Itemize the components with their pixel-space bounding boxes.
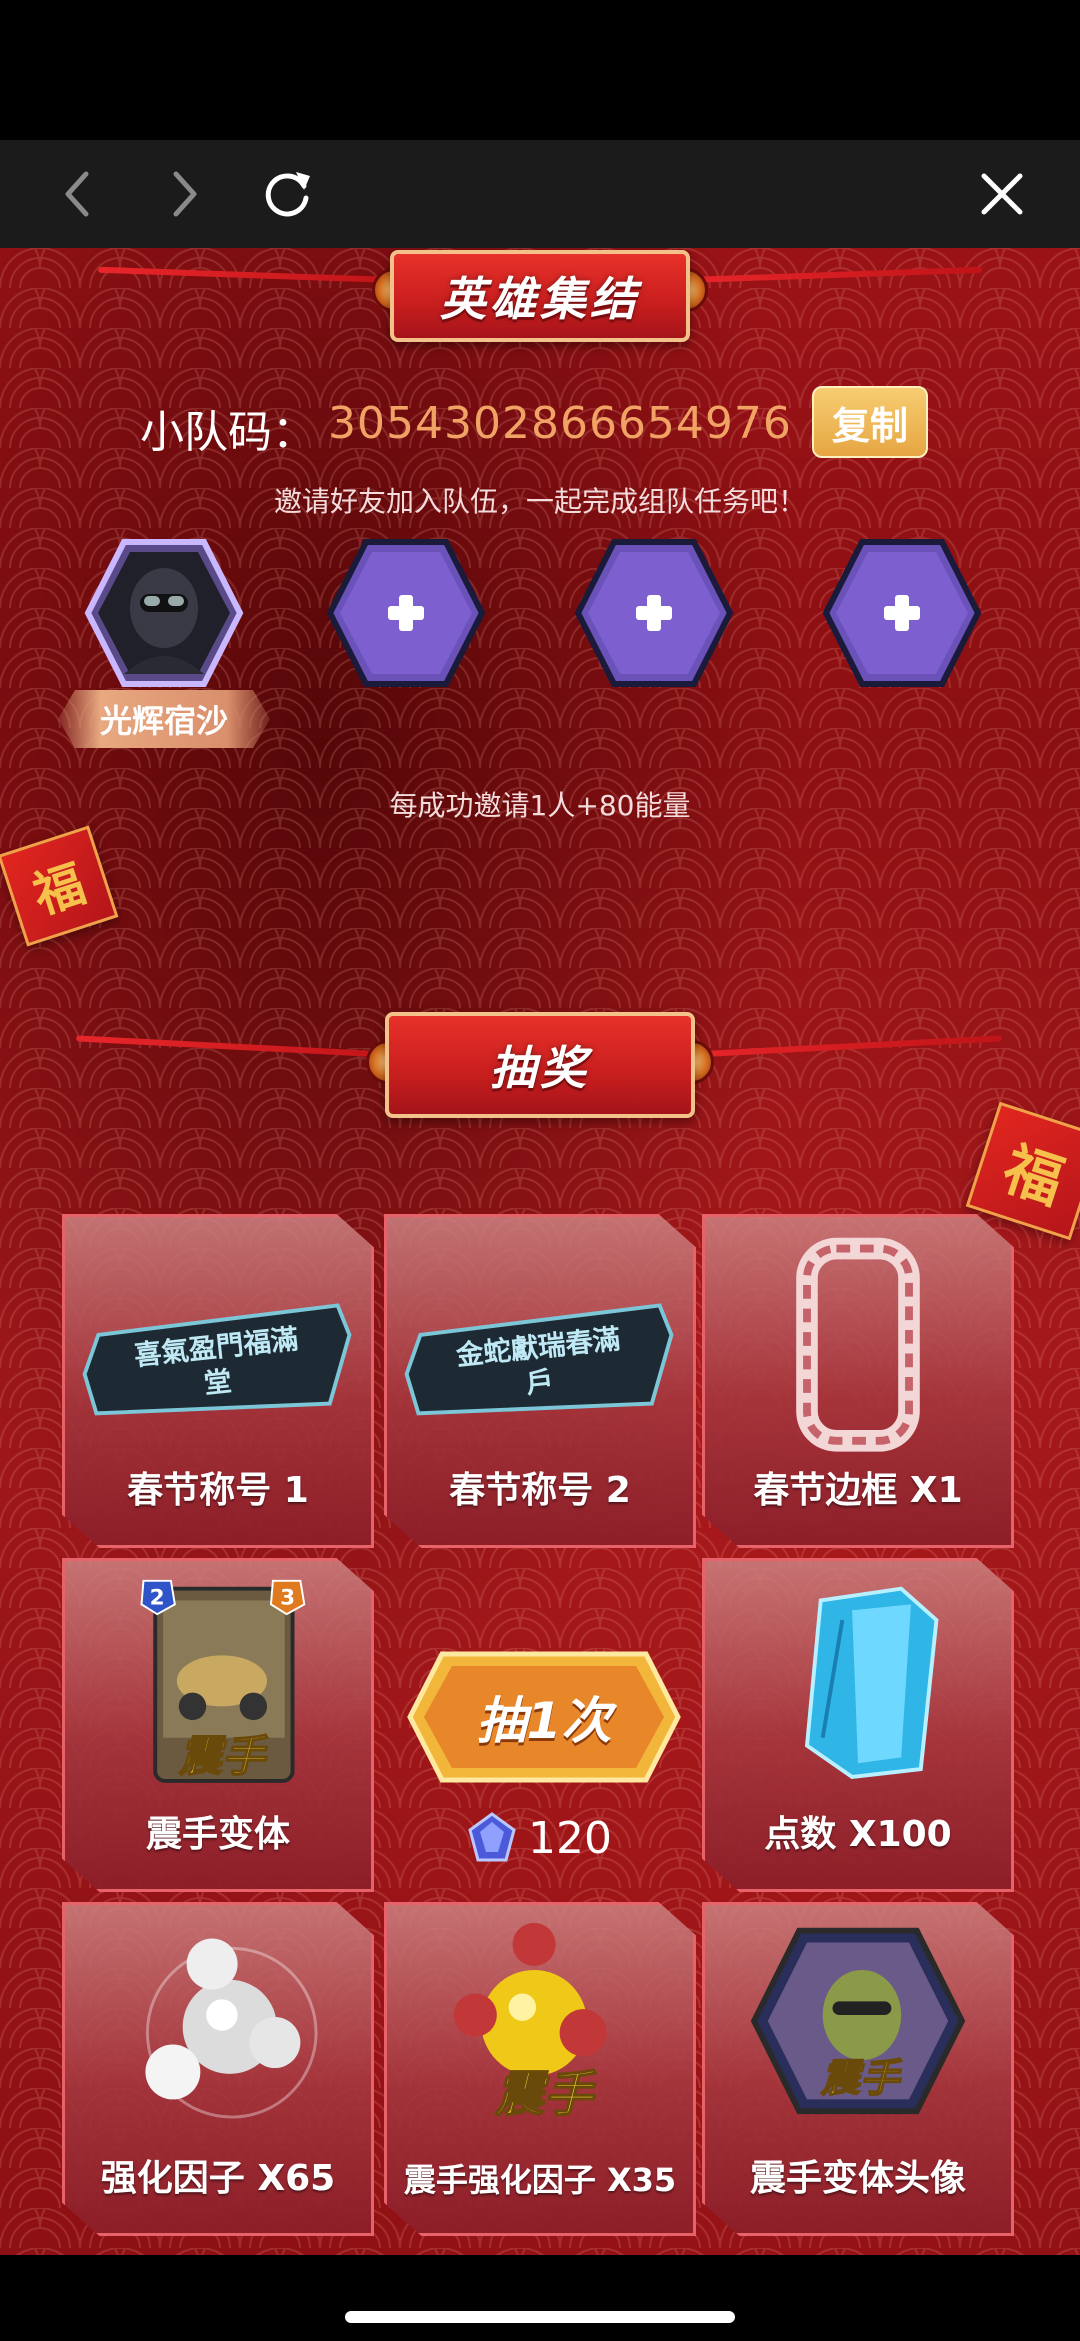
lottery-banner-plaque: 抽奖 <box>385 1012 695 1118</box>
draw-area: 抽1次 120 <box>384 1558 696 1892</box>
card-cost-badge: 2 <box>150 1585 165 1610</box>
draw-once-button[interactable]: 抽1次 <box>406 1650 682 1784</box>
copy-button[interactable]: 复制 <box>812 386 928 458</box>
team-banner: 英雄集结 <box>0 250 1080 360</box>
member-avatar <box>84 539 244 687</box>
prize-label: 震手变体 <box>145 1814 290 1855</box>
member-slot-1[interactable] <box>84 538 244 688</box>
status-bar-area <box>0 0 1080 140</box>
draw-cost-value: 120 <box>528 1812 612 1864</box>
banner-line-left <box>97 266 399 284</box>
prize-tile-variant-booster[interactable]: 震手 震手强化因子 X35 <box>384 1902 696 2236</box>
prize-label: 春节称号 2 <box>449 1470 631 1511</box>
prize-tile-variant[interactable]: 2 3 震手 震手变体 <box>62 1558 374 1892</box>
event-page: 英雄集结 小队码： 3054302866654976 复制 邀请好友加入队伍，一… <box>0 248 1080 2255</box>
lottery-banner: 抽奖 <box>0 1012 1080 1122</box>
add-member-icon <box>326 539 486 687</box>
prize-label: 震手强化因子 X35 <box>403 2161 677 2199</box>
draw-button-label: 抽1次 <box>476 1692 612 1750</box>
variant-booster-text: 震手 <box>494 2065 597 2123</box>
card-name-text: 震手 <box>178 1732 269 1782</box>
prize-label: 春节边框 X1 <box>753 1470 963 1511</box>
banner-line-right <box>672 1035 1002 1059</box>
prize-tile-title-1[interactable]: 喜氣盈門福滿 堂 春节称号 1 <box>62 1214 374 1548</box>
prize-tile-avatar[interactable]: 震手 震手变体头像 <box>702 1902 1014 2236</box>
prize-label: 震手变体头像 <box>749 2158 966 2199</box>
member-slot-3[interactable] <box>574 538 734 688</box>
banner-line-right <box>681 266 983 284</box>
team-code-label: 小队码： <box>140 407 316 458</box>
reload-button[interactable] <box>258 164 318 224</box>
invite-reward-hint: 每成功邀请1人+80能量 <box>389 789 691 822</box>
title-plate-text: 戶 <box>525 1366 556 1400</box>
browser-nav-bar <box>0 140 1080 248</box>
banner-line-left <box>76 1035 406 1059</box>
chevron-right-icon <box>173 171 197 217</box>
prize-tile-frame[interactable]: 春节边框 X1 <box>702 1214 1014 1548</box>
card-power-badge: 3 <box>280 1585 295 1610</box>
prize-tile-title-2[interactable]: 金蛇獻瑞春滿 戶 春节称号 2 <box>384 1214 696 1548</box>
member-slot-4[interactable] <box>822 538 982 688</box>
close-icon <box>981 173 1023 215</box>
prize-tile-booster[interactable]: 强化因子 X65 <box>62 1902 374 2236</box>
draw-cost: 120 <box>466 1808 612 1868</box>
forward-button[interactable] <box>154 164 214 224</box>
prize-tile-points[interactable]: 点数 X100 <box>702 1558 1014 1892</box>
prize-label: 春节称号 1 <box>127 1470 309 1511</box>
add-member-icon <box>822 539 982 687</box>
home-indicator[interactable] <box>345 2311 735 2323</box>
home-indicator-area <box>0 2255 1080 2341</box>
back-button[interactable] <box>48 164 108 224</box>
close-button[interactable] <box>972 164 1032 224</box>
avatar-badge-text: 震手 <box>820 2057 903 2102</box>
title-plate-text: 堂 <box>203 1366 234 1400</box>
team-banner-plaque: 英雄集结 <box>390 250 690 342</box>
reload-icon <box>265 172 310 217</box>
member-slot-2[interactable] <box>326 538 486 688</box>
gem-icon <box>468 1812 516 1862</box>
team-code-row: 小队码： 3054302866654976 复制 <box>0 378 1080 468</box>
team-section-title: 英雄集结 <box>440 272 640 326</box>
member-name-tag: 光辉宿沙 <box>58 690 270 748</box>
chevron-left-icon <box>65 171 89 217</box>
invite-hint: 邀请好友加入队伍，一起完成组队任务吧！ <box>273 485 806 518</box>
team-code-value: 3054302866654976 <box>328 398 792 449</box>
add-member-icon <box>574 539 734 687</box>
lottery-section-title: 抽奖 <box>490 1041 590 1095</box>
prize-label: 点数 X100 <box>764 1814 952 1855</box>
prize-label: 强化因子 X65 <box>100 2158 336 2199</box>
